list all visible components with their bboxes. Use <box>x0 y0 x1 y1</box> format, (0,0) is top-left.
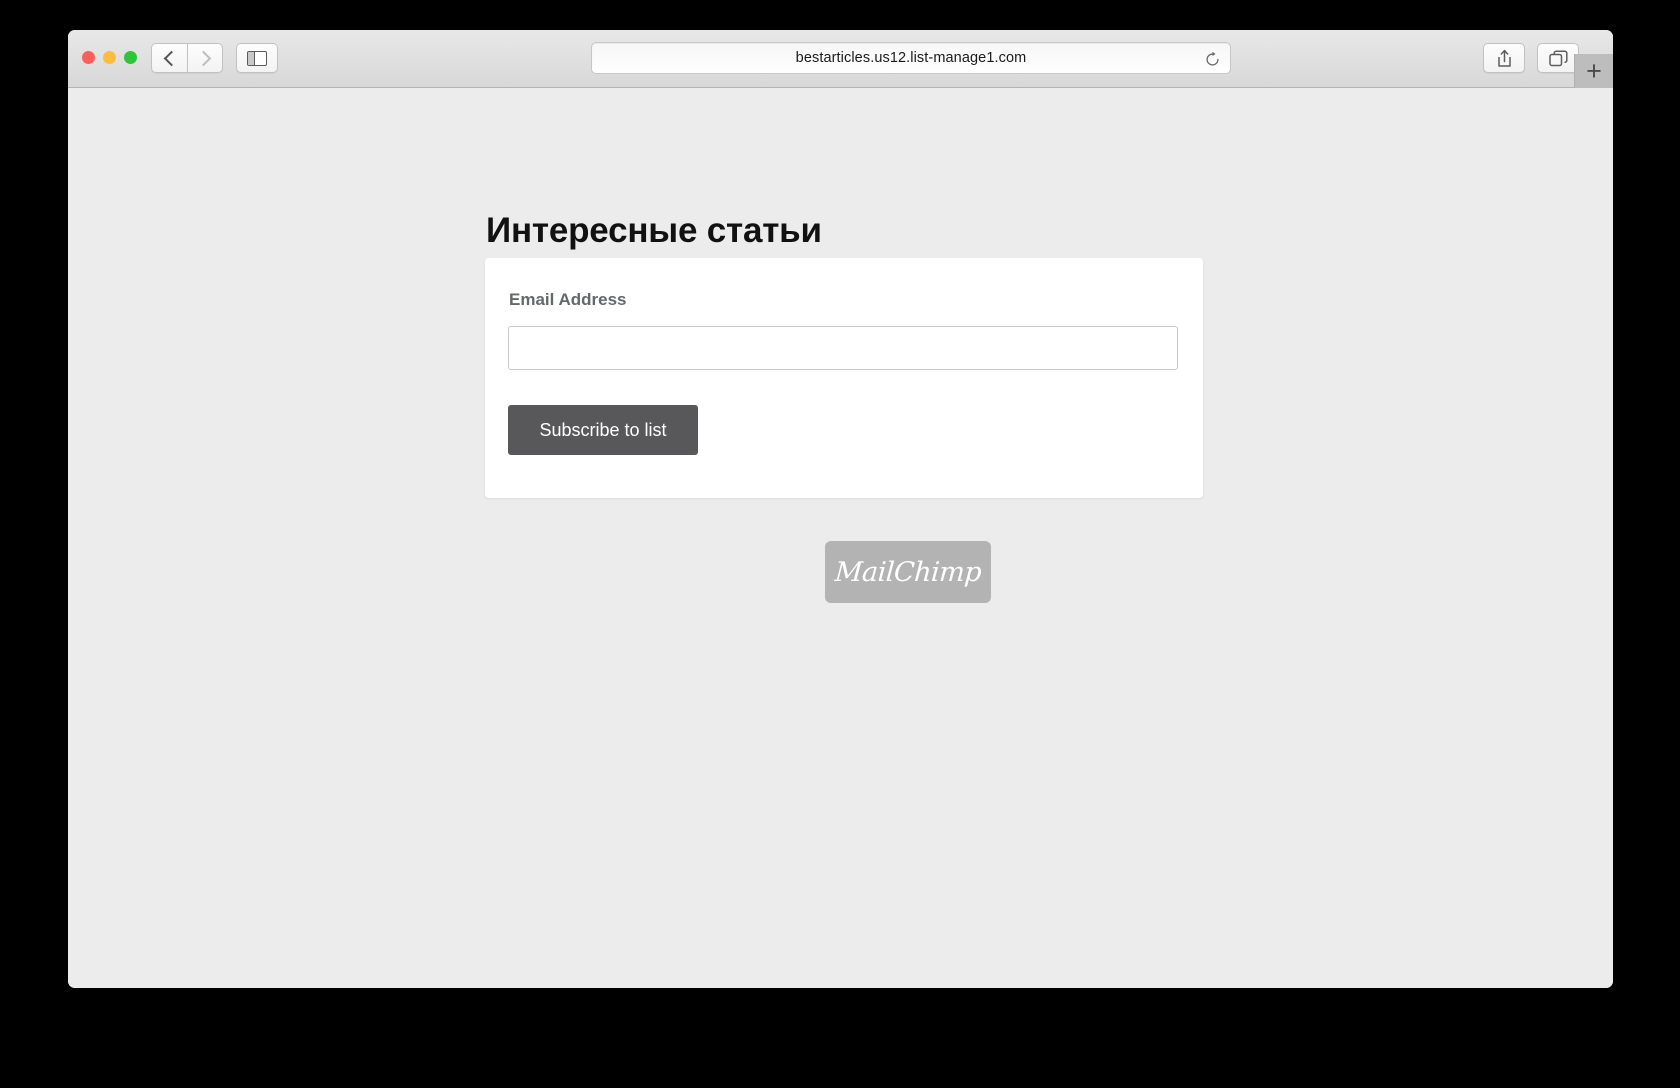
browser-toolbar: bestarticles.us12.list-manage1.com + <box>68 30 1613 88</box>
browser-window: bestarticles.us12.list-manage1.com + Инт… <box>68 30 1613 988</box>
chevron-left-icon <box>163 50 179 66</box>
address-bar[interactable]: bestarticles.us12.list-manage1.com <box>591 42 1231 74</box>
screen: bestarticles.us12.list-manage1.com + Инт… <box>0 0 1680 1088</box>
address-bar-url: bestarticles.us12.list-manage1.com <box>795 50 1027 66</box>
page-viewport: Интересные статьи Email Address Subscrib… <box>68 88 1613 988</box>
email-field-label: Email Address <box>509 290 627 309</box>
sidebar-icon <box>247 50 267 66</box>
mailchimp-badge[interactable]: MailChimp <box>825 541 991 603</box>
tabs-icon <box>1548 49 1568 66</box>
close-window-button[interactable] <box>82 51 95 64</box>
forward-button[interactable] <box>187 43 223 73</box>
email-input[interactable] <box>508 326 1178 370</box>
subscribe-button[interactable]: Subscribe to list <box>508 405 698 455</box>
sidebar-toggle-button[interactable] <box>236 43 278 73</box>
reload-icon <box>1205 51 1219 66</box>
new-tab-label: + <box>1586 55 1602 86</box>
tab-overview-button[interactable] <box>1537 43 1579 73</box>
new-tab-button[interactable]: + <box>1574 54 1613 88</box>
share-icon <box>1497 49 1511 67</box>
chevron-right-icon <box>195 50 212 66</box>
minimize-window-button[interactable] <box>103 51 116 64</box>
page-title: Интересные статьи <box>486 211 822 251</box>
mailchimp-wordmark: MailChimp <box>833 556 983 588</box>
signup-card: Email Address Subscribe to list <box>485 258 1203 498</box>
share-button[interactable] <box>1483 43 1525 73</box>
maximize-window-button[interactable] <box>124 51 137 64</box>
window-controls <box>82 51 137 64</box>
reload-button[interactable] <box>1202 49 1222 69</box>
back-button[interactable] <box>151 43 187 73</box>
